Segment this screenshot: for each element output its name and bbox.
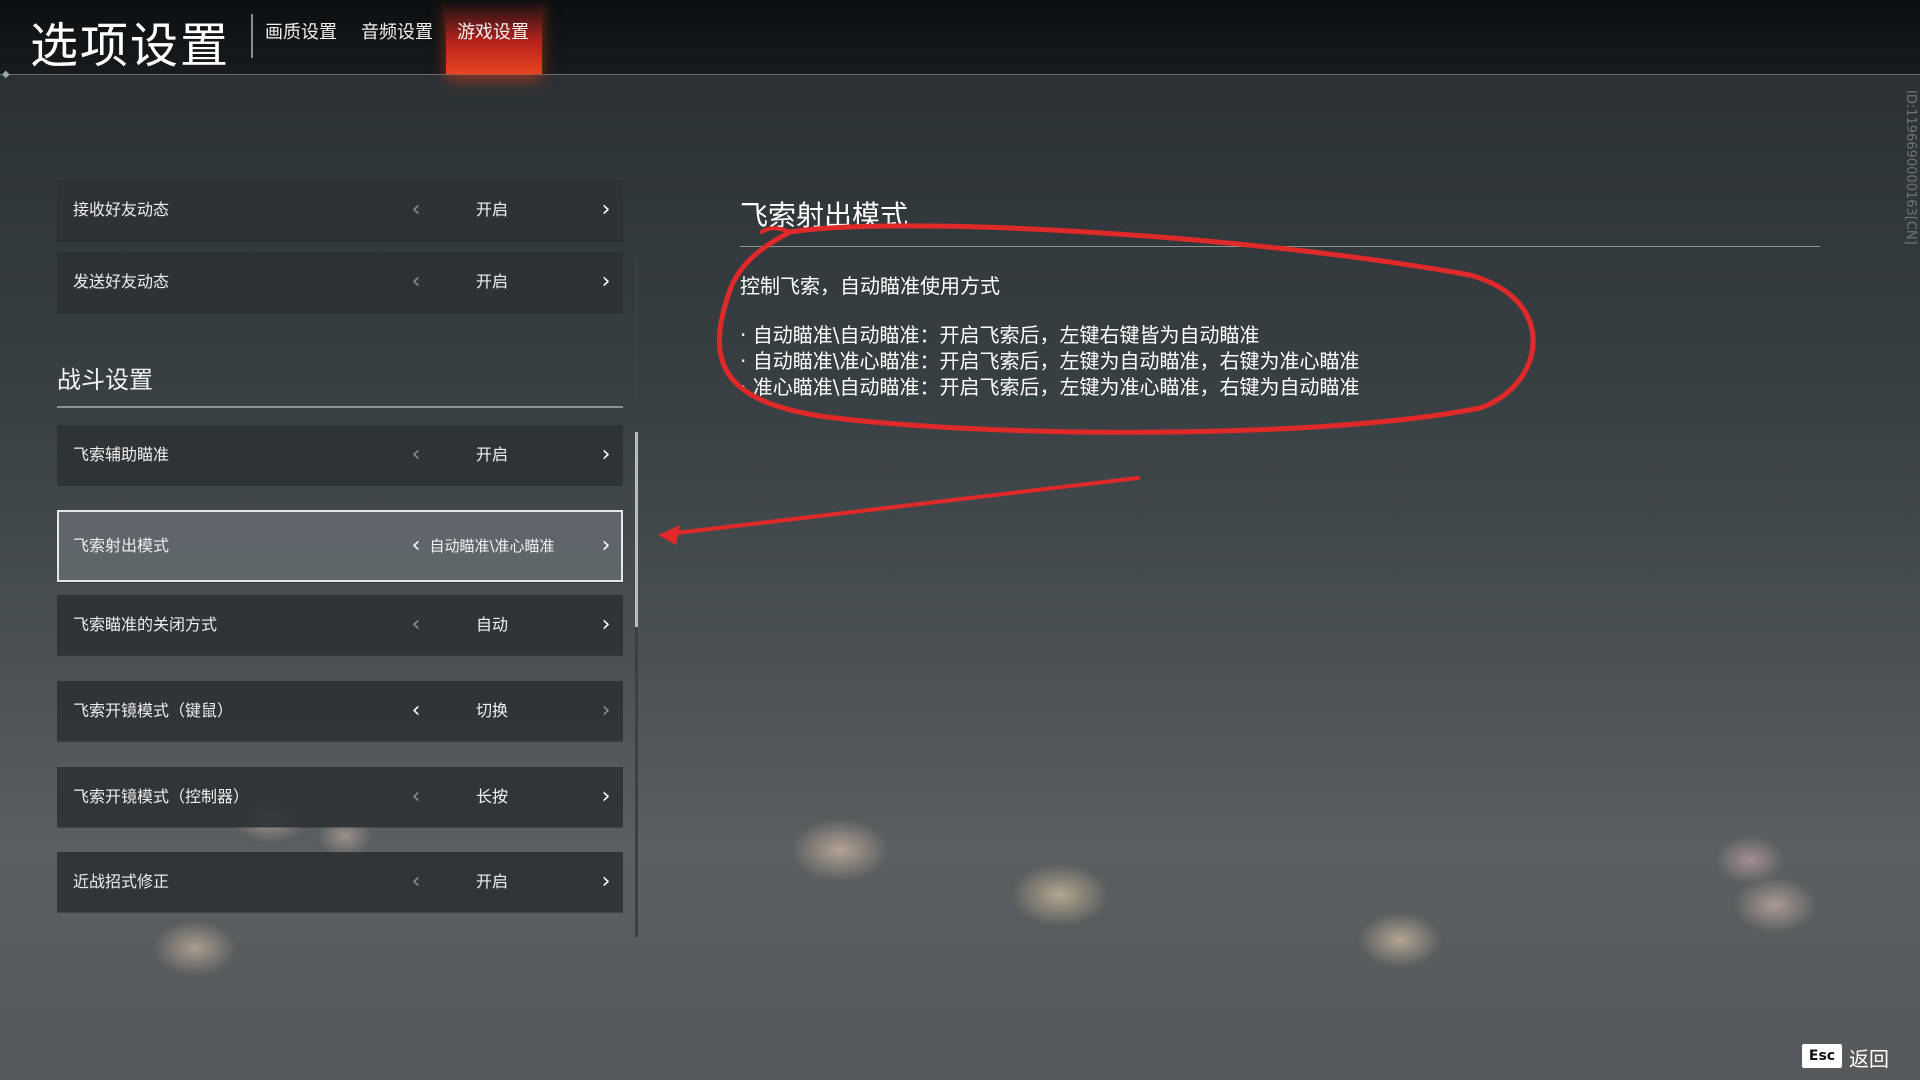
setting-label: 飞索辅助瞄准 <box>73 445 170 464</box>
setting-label: 发送好友动态 <box>73 272 170 291</box>
annotation-arrow-head <box>658 525 680 545</box>
tab-audio[interactable]: 音频设置 <box>361 18 433 44</box>
setting-value: 自动瞄准\准心瞄准 <box>429 537 555 555</box>
section-divider <box>57 406 623 408</box>
chevron-right-icon[interactable]: › <box>596 681 616 741</box>
chevron-right-icon[interactable]: › <box>596 425 616 485</box>
top-bar: 选项设置 画质设置 音频设置 游戏设置 <box>0 0 1920 75</box>
tab-game[interactable]: 游戏设置 <box>457 18 529 44</box>
annotation-arrow-line <box>666 476 1140 536</box>
setting-value: 开启 <box>475 272 508 291</box>
description-intro: 控制飞索，自动瞄准使用方式 <box>740 274 1000 298</box>
setting-label: 飞索开镜模式（键鼠） <box>73 701 234 720</box>
description-bullets: · 自动瞄准\自动瞄准：开启飞索后，左键右键皆为自动瞄准 · 自动瞄准\准心瞄准… <box>740 322 1359 400</box>
description-bullet: · 准心瞄准\自动瞄准：开启飞索后，左键为准心瞄准，右键为自动瞄准 <box>740 375 1360 399</box>
setting-label: 飞索开镜模式（控制器） <box>73 787 250 806</box>
header-divider <box>251 14 253 58</box>
chevron-right-icon[interactable]: › <box>596 180 616 240</box>
scrollbar-thumb[interactable] <box>635 432 638 627</box>
setting-row-grapple-scope-kbm[interactable]: 飞索开镜模式（键鼠） ‹ 切换 › <box>57 681 623 741</box>
page-title: 选项设置 <box>30 18 231 74</box>
setting-row-grapple-shoot-mode[interactable]: 飞索射出模式 ‹ 自动瞄准\准心瞄准 › <box>57 510 623 582</box>
setting-value: 开启 <box>475 872 508 891</box>
description-divider <box>740 246 1820 247</box>
chevron-right-icon[interactable]: › <box>596 252 616 312</box>
setting-value: 切换 <box>475 701 508 720</box>
setting-value: 开启 <box>475 445 508 464</box>
esc-key-badge[interactable]: Esc <box>1802 1044 1842 1068</box>
chevron-right-icon[interactable]: › <box>596 767 616 827</box>
setting-row-grapple-aim-assist[interactable]: 飞索辅助瞄准 ‹ 开启 › <box>57 425 623 485</box>
chevron-right-icon[interactable]: › <box>596 595 616 655</box>
description-bullet: · 自动瞄准\准心瞄准：开启飞索后，左键为自动瞄准，右键为准心瞄准 <box>740 349 1360 373</box>
description-bullet: · 自动瞄准\自动瞄准：开启飞索后，左键右键皆为自动瞄准 <box>740 323 1260 347</box>
back-button[interactable]: 返回 <box>1849 1043 1889 1072</box>
description-title: 飞索射出模式 <box>740 199 909 232</box>
tab-graphics[interactable]: 画质设置 <box>265 18 337 44</box>
setting-value: 自动 <box>475 615 508 634</box>
setting-label: 接收好友动态 <box>73 200 170 219</box>
setting-row-receive-friend-activity[interactable]: 接收好友动态 ‹ 开启 › <box>57 180 623 240</box>
chevron-right-icon[interactable]: › <box>596 852 616 912</box>
section-title-combat: 战斗设置 <box>57 366 153 394</box>
setting-value: 长按 <box>475 787 508 806</box>
setting-label: 飞索射出模式 <box>73 536 170 555</box>
setting-label: 飞索瞄准的关闭方式 <box>73 615 218 634</box>
setting-row-grapple-scope-controller[interactable]: 飞索开镜模式（控制器） ‹ 长按 › <box>57 767 623 827</box>
setting-label: 近战招式修正 <box>73 872 170 891</box>
setting-row-melee-correction[interactable]: 近战招式修正 ‹ 开启 › <box>57 852 623 912</box>
setting-row-send-friend-activity[interactable]: 发送好友动态 ‹ 开启 › <box>57 252 623 312</box>
corner-diamond-icon: ◆ <box>2 69 10 80</box>
chevron-right-icon[interactable]: › <box>596 510 616 582</box>
setting-value: 开启 <box>475 200 508 219</box>
setting-row-grapple-aim-close-mode[interactable]: 飞索瞄准的关闭方式 ‹ 自动 › <box>57 595 623 655</box>
build-id: ID:1196690000163[CN] <box>1903 90 1918 245</box>
